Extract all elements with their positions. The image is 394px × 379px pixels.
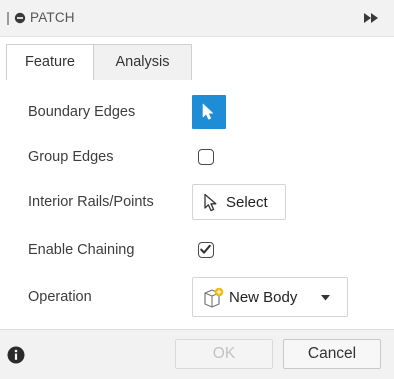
cursor-arrow-icon [202, 103, 214, 120]
interior-rails-label: Interior Rails/Points [28, 194, 154, 210]
group-edges-label: Group Edges [28, 149, 114, 165]
boundary-edges-label: Boundary Edges [28, 104, 136, 120]
checkmark-icon [200, 244, 211, 254]
dialog-title: PATCH [30, 10, 75, 25]
enable-chaining-label: Enable Chaining [28, 242, 135, 258]
tab-bar: Feature Analysis [6, 44, 386, 82]
drag-grip[interactable] [7, 12, 9, 25]
fast-forward-icon[interactable] [364, 13, 378, 23]
boundary-edges-row: Boundary Edges [6, 92, 386, 132]
enable-chaining-row: Enable Chaining [6, 230, 386, 270]
ok-button[interactable]: OK [175, 339, 273, 369]
dialog-title-bar[interactable]: PATCH [0, 0, 394, 37]
filled-circle-icon [14, 12, 26, 24]
boundary-edges-selector[interactable] [192, 95, 226, 129]
cancel-button[interactable]: Cancel [283, 339, 381, 369]
operation-label: Operation [28, 289, 92, 305]
info-icon[interactable] [7, 346, 25, 364]
group-edges-checkbox[interactable] [198, 149, 214, 165]
new-body-icon [204, 287, 224, 308]
feature-panel: Boundary Edges Group Edges Interior Rail… [6, 80, 386, 328]
select-button-label: Select [226, 194, 268, 211]
operation-value: New Body [229, 289, 298, 306]
cursor-outline-icon [204, 193, 217, 212]
dialog-footer: OK Cancel [0, 329, 394, 379]
tab-feature[interactable]: Feature [6, 44, 94, 82]
interior-rails-select-button[interactable]: Select [192, 184, 286, 220]
operation-dropdown[interactable]: New Body [192, 277, 348, 317]
enable-chaining-checkbox[interactable] [198, 242, 214, 258]
tab-analysis[interactable]: Analysis [93, 44, 192, 81]
group-edges-row: Group Edges [6, 137, 386, 177]
interior-rails-row: Interior Rails/Points Select [6, 182, 386, 222]
operation-row: Operation New Body [6, 277, 386, 317]
caret-down-icon [321, 295, 330, 301]
